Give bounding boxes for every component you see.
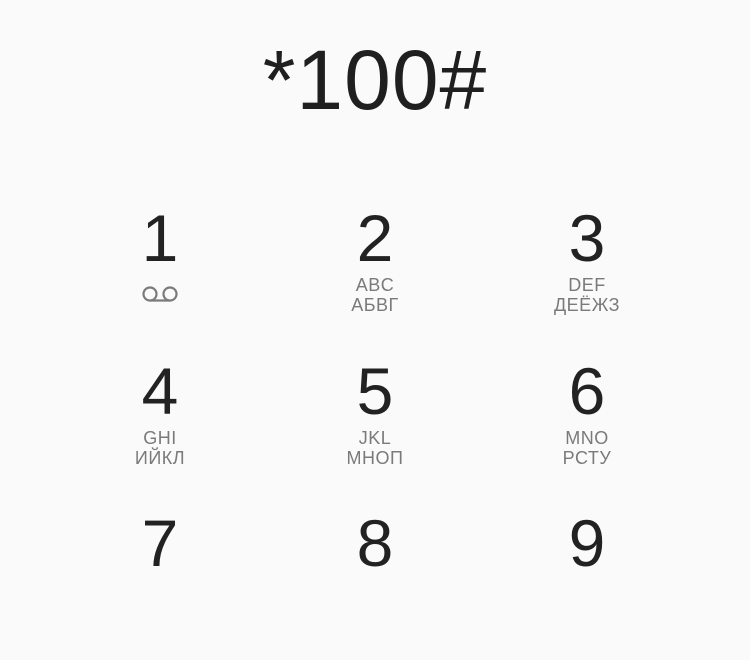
key-3-latin-letters: DEF — [568, 275, 606, 295]
key-6[interactable]: 6 MNO РСТУ — [507, 358, 667, 508]
key-2-digit: 2 — [356, 201, 394, 275]
key-8-digit: 8 — [356, 506, 394, 580]
key-3-cyrillic-letters: ДЕЁЖЗ — [553, 295, 620, 315]
key-5[interactable]: 5 JKL МНОП — [295, 358, 455, 508]
key-8[interactable]: 8 — [295, 510, 455, 660]
key-4-cyrillic-letters: ИЙКЛ — [134, 448, 186, 468]
key-2-latin-letters: ABC — [355, 275, 395, 295]
dial-keypad: 1 2 ABC АБВГ 3 DEF ДЕЁЖЗ 4 GHI ИЙКЛ 5 JK… — [0, 0, 750, 576]
key-4[interactable]: 4 GHI ИЙКЛ — [80, 358, 240, 508]
key-3-digit: 3 — [568, 201, 606, 275]
key-5-cyrillic-letters: МНОП — [346, 448, 404, 468]
key-2[interactable]: 2 ABC АБВГ — [295, 205, 455, 355]
key-5-latin-letters: JKL — [358, 428, 392, 448]
key-4-digit: 4 — [141, 354, 179, 428]
key-7[interactable]: 7 — [80, 510, 240, 660]
key-3[interactable]: 3 DEF ДЕЁЖЗ — [507, 205, 667, 355]
key-9-digit: 9 — [568, 506, 606, 580]
key-9[interactable]: 9 — [507, 510, 667, 660]
key-6-latin-letters: MNO — [565, 428, 609, 448]
key-7-digit: 7 — [141, 506, 179, 580]
key-6-digit: 6 — [568, 354, 606, 428]
key-4-latin-letters: GHI — [143, 428, 177, 448]
key-2-cyrillic-letters: АБВГ — [351, 295, 399, 315]
key-1[interactable]: 1 — [80, 205, 240, 355]
key-1-digit: 1 — [141, 201, 179, 275]
key-6-cyrillic-letters: РСТУ — [562, 448, 612, 468]
key-5-digit: 5 — [356, 354, 394, 428]
voicemail-icon — [142, 286, 178, 302]
